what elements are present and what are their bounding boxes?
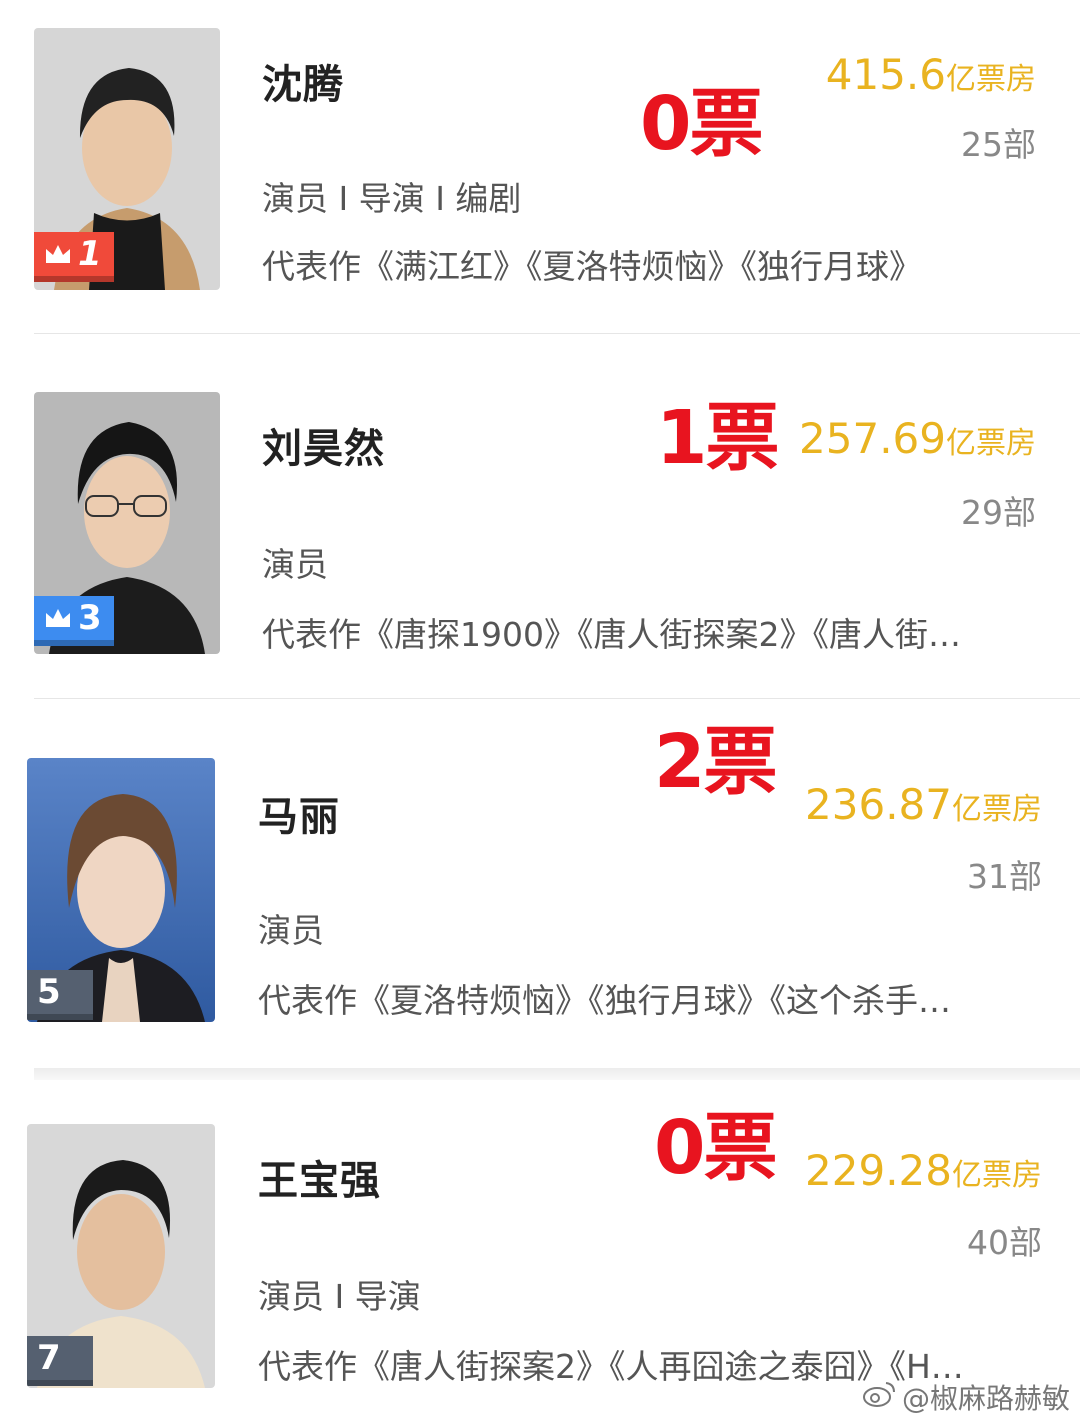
avatar-photo[interactable]: 7 bbox=[27, 1124, 215, 1388]
roles: 演员 bbox=[262, 545, 328, 584]
roles: 演员 bbox=[258, 911, 324, 950]
person-card[interactable]: 1 沈腾 0票 415.6亿票房 25部 演员 I 导演 I 编剧 代表作《满江… bbox=[0, 0, 1080, 340]
film-count: 40部 bbox=[967, 1223, 1042, 1262]
crown-icon bbox=[44, 607, 72, 629]
person-name[interactable]: 刘昊然 bbox=[262, 416, 385, 474]
roles: 演员 I 导演 bbox=[258, 1277, 421, 1316]
weibo-icon bbox=[862, 1380, 896, 1415]
avatar-photo[interactable]: 3 bbox=[34, 392, 220, 654]
vote-count: 0票 bbox=[654, 1105, 777, 1191]
person-name[interactable]: 王宝强 bbox=[258, 1148, 381, 1206]
person-card[interactable]: 3 刘昊然 1票 257.69亿票房 29部 演员 代表作《唐探1900》《唐人… bbox=[0, 346, 1080, 698]
film-count: 25部 bbox=[961, 125, 1036, 164]
avatar-photo[interactable]: 5 bbox=[27, 758, 215, 1022]
person-name[interactable]: 沈腾 bbox=[262, 52, 344, 110]
box-office: 229.28亿票房 bbox=[805, 1146, 1042, 1195]
box-office-value: 257.69 bbox=[799, 414, 946, 463]
vote-count: 2票 bbox=[654, 719, 777, 805]
divider bbox=[34, 1068, 1080, 1080]
person-name[interactable]: 马丽 bbox=[258, 784, 340, 842]
film-count: 31部 bbox=[967, 857, 1042, 896]
rank-number: 3 bbox=[78, 598, 102, 638]
representative-works: 代表作《夏洛特烦恼》《独行月球》《这个杀手… bbox=[258, 981, 951, 1020]
rank-badge: 5 bbox=[27, 970, 93, 1020]
box-office: 236.87亿票房 bbox=[805, 780, 1042, 829]
vote-count: 0票 bbox=[640, 81, 763, 167]
box-office-value: 236.87 bbox=[805, 780, 952, 829]
rank-badge: 7 bbox=[27, 1336, 93, 1386]
box-office-unit: 亿票房 bbox=[952, 792, 1042, 827]
divider bbox=[34, 333, 1080, 334]
roles: 演员 I 导演 I 编剧 bbox=[262, 179, 522, 218]
divider bbox=[34, 698, 1080, 699]
representative-works: 代表作《满江红》《夏洛特烦恼》《独行月球》 bbox=[262, 247, 922, 286]
vote-count: 1票 bbox=[656, 395, 779, 481]
rank-number: 7 bbox=[37, 1338, 61, 1378]
watermark-text: @椒麻路赫敏 bbox=[901, 1382, 1070, 1415]
person-card[interactable]: 5 马丽 2票 236.87亿票房 31部 演员 代表作《夏洛特烦恼》《独行月球… bbox=[0, 700, 1080, 1070]
rank-badge: 1 bbox=[34, 232, 114, 282]
box-office-unit: 亿票房 bbox=[946, 62, 1036, 97]
box-office-unit: 亿票房 bbox=[952, 1158, 1042, 1193]
person-card[interactable]: 7 王宝强 0票 229.28亿票房 40部 演员 I 导演 代表作《唐人街探案… bbox=[0, 1080, 1080, 1425]
box-office-unit: 亿票房 bbox=[946, 426, 1036, 461]
watermark: @椒麻路赫敏 bbox=[862, 1377, 1070, 1417]
rank-number: 1 bbox=[78, 234, 102, 274]
representative-works: 代表作《唐探1900》《唐人街探案2》《唐人街… bbox=[262, 615, 961, 654]
box-office-value: 229.28 bbox=[805, 1146, 952, 1195]
rank-number: 5 bbox=[37, 972, 61, 1012]
rank-badge: 3 bbox=[34, 596, 114, 646]
crown-icon bbox=[44, 243, 72, 265]
box-office: 415.6亿票房 bbox=[826, 50, 1036, 99]
film-count: 29部 bbox=[961, 493, 1036, 532]
avatar-photo[interactable]: 1 bbox=[34, 28, 220, 290]
box-office-value: 415.6 bbox=[825, 50, 946, 99]
representative-works: 代表作《唐人街探案2》《人再囧途之泰囧》《H… bbox=[258, 1347, 964, 1386]
box-office: 257.69亿票房 bbox=[799, 414, 1036, 463]
